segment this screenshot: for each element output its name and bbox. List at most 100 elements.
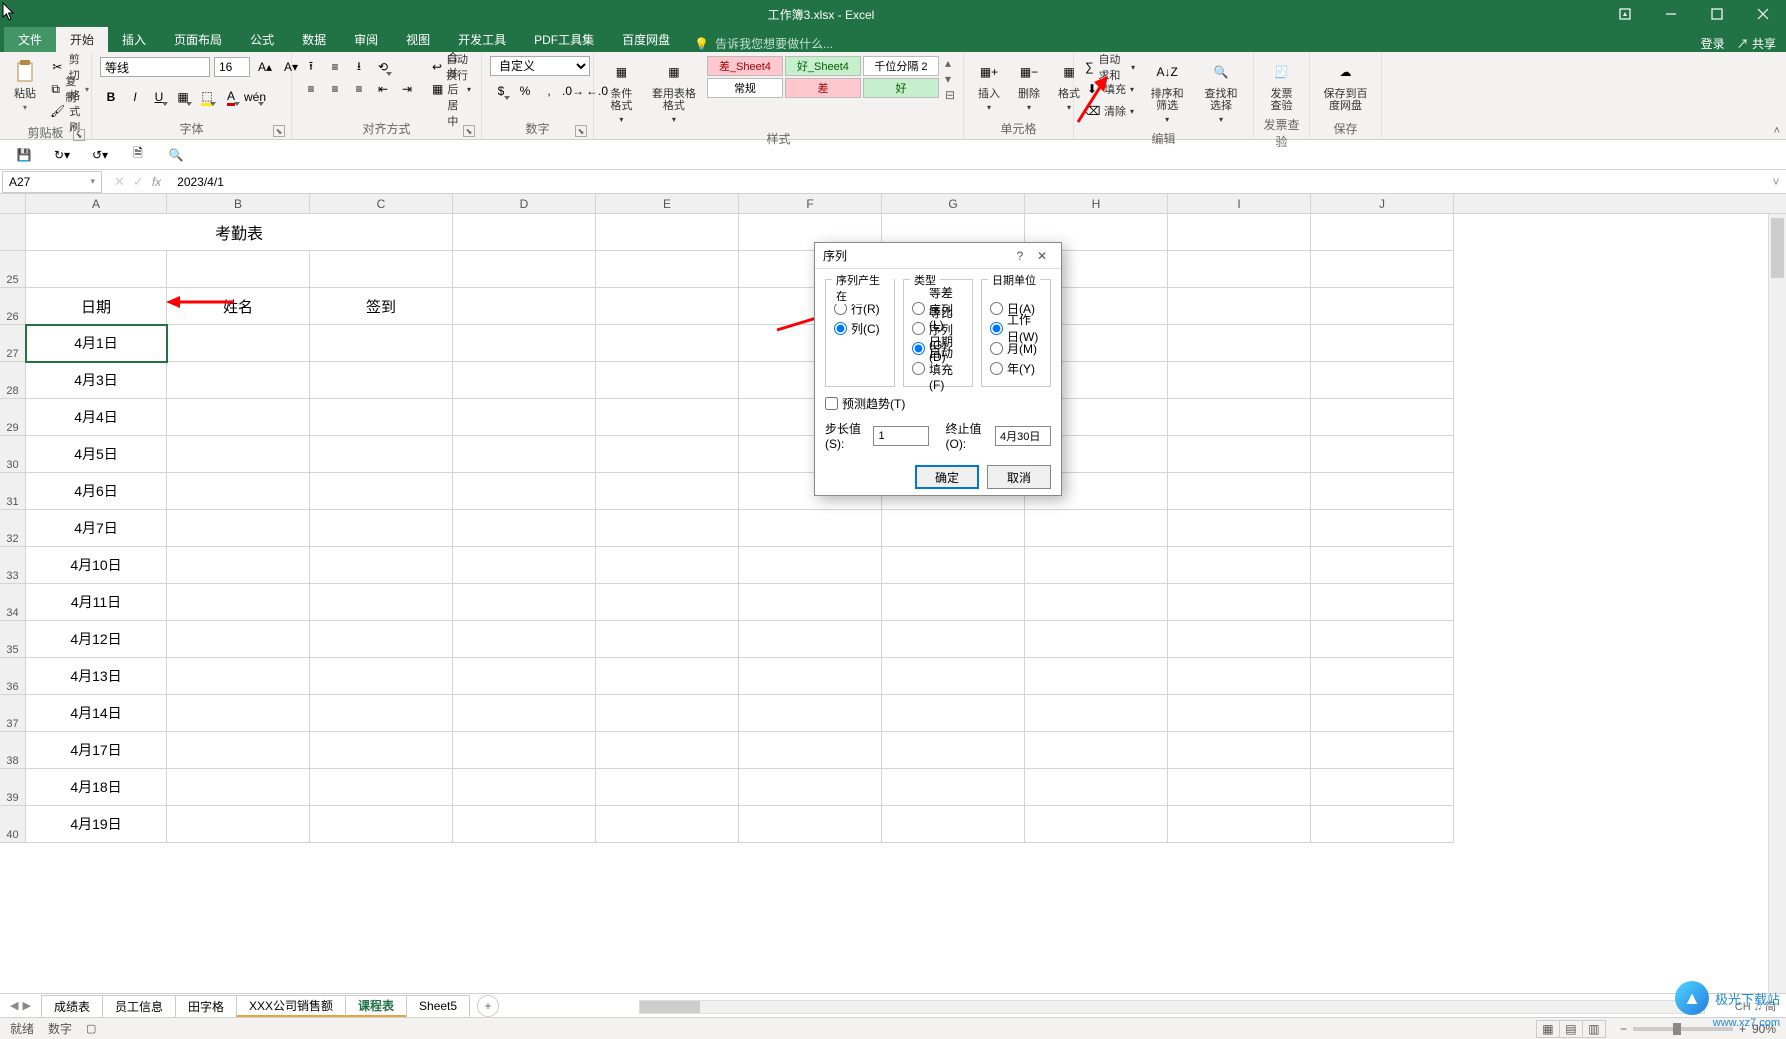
cell[interactable] <box>453 251 596 288</box>
font-color-button[interactable]: A <box>220 86 242 108</box>
cell[interactable] <box>310 362 453 399</box>
row-header[interactable]: 36 <box>0 658 26 695</box>
cell[interactable] <box>1168 806 1311 843</box>
styles-scroll-down[interactable]: ▾ <box>945 72 955 86</box>
fill-color-button[interactable]: ⬚ <box>196 86 218 108</box>
dialog-ok-button[interactable]: 确定 <box>915 465 979 489</box>
cell[interactable]: 日期 <box>26 288 167 325</box>
row-header[interactable]: 27 <box>0 325 26 362</box>
enter-formula-icon[interactable]: ✓ <box>133 174 144 190</box>
cell[interactable] <box>167 584 310 621</box>
row-header[interactable]: 28 <box>0 362 26 399</box>
cell[interactable] <box>1168 436 1311 473</box>
cell[interactable]: 4月5日 <box>26 436 167 473</box>
cell[interactable] <box>1311 547 1454 584</box>
cell[interactable] <box>167 362 310 399</box>
cell[interactable] <box>596 362 739 399</box>
column-header-I[interactable]: I <box>1168 194 1311 213</box>
invoice-check-button[interactable]: 🧾发票查验 <box>1262 56 1301 114</box>
cell[interactable] <box>167 621 310 658</box>
cell[interactable] <box>1025 547 1168 584</box>
cell[interactable] <box>310 325 453 362</box>
cell-style-good[interactable]: 好_Sheet4 <box>785 56 861 76</box>
cell[interactable] <box>1168 251 1311 288</box>
login-link[interactable]: 登录 <box>1701 35 1725 52</box>
cell[interactable] <box>453 769 596 806</box>
print-preview-icon[interactable]: 🔍 <box>164 143 188 167</box>
formula-input[interactable] <box>171 171 1766 193</box>
cell[interactable] <box>167 547 310 584</box>
cell[interactable] <box>739 732 882 769</box>
cell[interactable] <box>596 436 739 473</box>
border-button[interactable]: ▦ <box>172 86 194 108</box>
cell[interactable] <box>310 473 453 510</box>
cell[interactable] <box>453 621 596 658</box>
cell[interactable] <box>167 251 310 288</box>
horizontal-scrollbar-thumb[interactable] <box>640 1001 700 1013</box>
cell[interactable] <box>310 436 453 473</box>
cell[interactable] <box>1168 547 1311 584</box>
clipboard-launcher[interactable]: ⬊ <box>73 129 85 141</box>
cell[interactable] <box>1168 325 1311 362</box>
cell[interactable] <box>1311 510 1454 547</box>
cell[interactable]: 4月13日 <box>26 658 167 695</box>
share-button[interactable]: ↗ 共享 <box>1737 35 1776 52</box>
phonetic-button[interactable]: wén <box>244 86 266 108</box>
orientation-icon[interactable]: ⟲ <box>372 56 394 78</box>
cell[interactable] <box>1168 362 1311 399</box>
cell[interactable] <box>453 510 596 547</box>
row-header[interactable]: 38 <box>0 732 26 769</box>
tab-review[interactable]: 审阅 <box>340 27 392 52</box>
cell[interactable] <box>1311 325 1454 362</box>
cell[interactable] <box>453 547 596 584</box>
vertical-scrollbar-thumb[interactable] <box>1771 218 1784 278</box>
row-header[interactable]: 32 <box>0 510 26 547</box>
cell[interactable] <box>596 732 739 769</box>
cell[interactable] <box>739 621 882 658</box>
cell[interactable]: 签到 <box>310 288 453 325</box>
cell[interactable] <box>453 584 596 621</box>
row-header[interactable]: 39 <box>0 769 26 806</box>
horizontal-scrollbar[interactable] <box>519 998 1705 1014</box>
cell[interactable] <box>1168 621 1311 658</box>
cell[interactable] <box>453 399 596 436</box>
align-middle-icon[interactable]: ≡ <box>324 56 346 78</box>
cell[interactable] <box>1311 732 1454 769</box>
cell[interactable] <box>453 325 596 362</box>
row-header[interactable]: 40 <box>0 806 26 843</box>
zoom-out-button[interactable]: − <box>1620 1022 1627 1036</box>
save-icon[interactable]: 💾 <box>12 143 36 167</box>
cell[interactable] <box>1025 695 1168 732</box>
cell[interactable] <box>882 806 1025 843</box>
cell[interactable] <box>310 769 453 806</box>
cell[interactable] <box>26 251 167 288</box>
page-break-view-icon[interactable]: ▥ <box>1582 1020 1606 1038</box>
column-header-E[interactable]: E <box>596 194 739 213</box>
cell[interactable]: 姓名 <box>167 288 310 325</box>
cell[interactable] <box>1311 362 1454 399</box>
cell[interactable] <box>1311 769 1454 806</box>
cell[interactable] <box>1311 473 1454 510</box>
increase-font-icon[interactable]: A▴ <box>254 56 276 78</box>
tab-data[interactable]: 数据 <box>288 27 340 52</box>
expand-formula-bar-icon[interactable]: ˅ <box>1766 175 1786 189</box>
row-header[interactable]: 37 <box>0 695 26 732</box>
cell[interactable] <box>167 806 310 843</box>
cell[interactable] <box>739 806 882 843</box>
cell[interactable] <box>882 658 1025 695</box>
series-in-columns-radio[interactable]: 列(C) <box>834 318 886 338</box>
tab-page-layout[interactable]: 页面布局 <box>160 27 236 52</box>
cell[interactable] <box>1311 621 1454 658</box>
cell[interactable] <box>739 547 882 584</box>
record-macro-icon[interactable]: ▢ <box>86 1022 96 1035</box>
align-top-icon[interactable]: ⭱ <box>300 56 322 78</box>
cell-style-bad[interactable]: 差_Sheet4 <box>707 56 783 76</box>
cell[interactable] <box>453 436 596 473</box>
cell[interactable] <box>167 436 310 473</box>
sheet-tab[interactable]: 成绩表 <box>41 995 103 1017</box>
dialog-help-button[interactable]: ? <box>1009 249 1031 263</box>
cell[interactable] <box>1311 584 1454 621</box>
decrease-decimal-icon[interactable]: ←.0 <box>586 80 608 102</box>
cell-style-normal[interactable]: 常规 <box>707 78 783 98</box>
cell[interactable] <box>1025 658 1168 695</box>
